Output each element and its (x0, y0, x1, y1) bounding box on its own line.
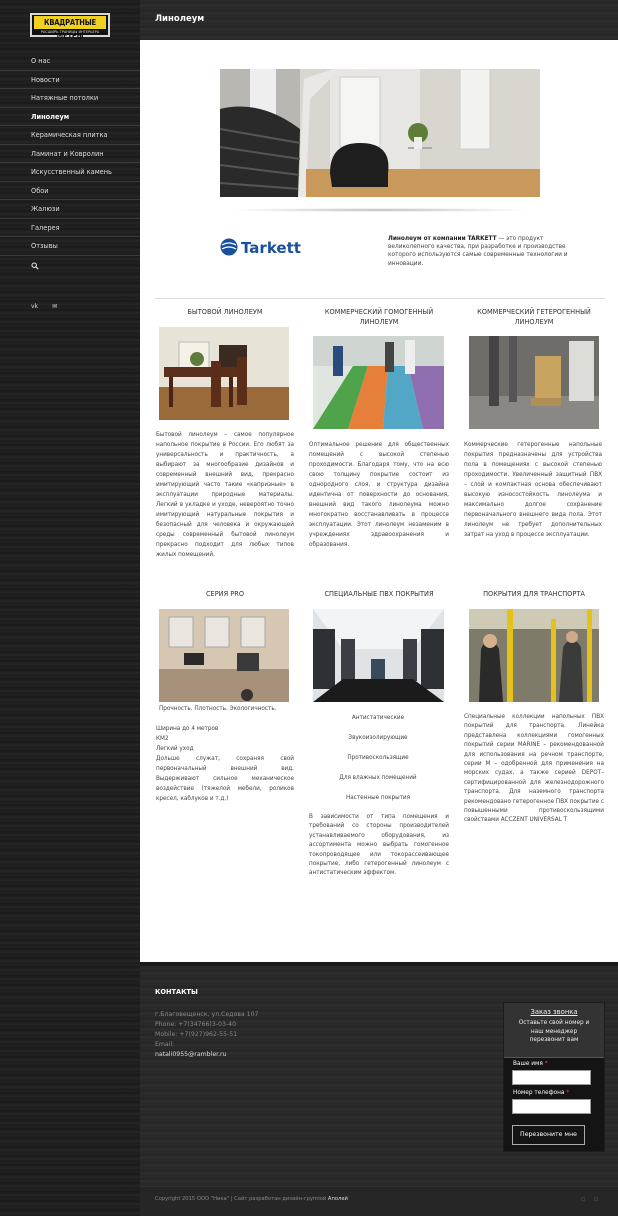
required-mark: * (544, 1061, 548, 1067)
contact-email-label: Email: (155, 1041, 175, 1048)
menu-item-laminate[interactable]: Ламинат и Ковролин (0, 145, 140, 163)
menu-item-about[interactable]: О нас (0, 52, 140, 71)
logo-line1: КВАДРАТНЫЕ МЕТРЫ (34, 16, 106, 40)
phone-label-text: Номер телефона (513, 1090, 565, 1096)
special-pvc-image (313, 609, 444, 702)
menu-item-artificial-stone[interactable]: Искусственный камень (0, 163, 140, 182)
column-text-household: Бытовой линолеум – самое популярное напо… (156, 432, 294, 558)
special-list-item-wet-rooms: Для влажных помещений (339, 775, 417, 781)
column-title-commercial-homogeneous: КОММЕРЧЕСКИЙ ГОМОГЕННЫЙ ЛИНОЛЕУМ (324, 308, 434, 326)
commercial-homogeneous-image (313, 336, 444, 429)
transport-image (469, 609, 599, 702)
callback-submit-button[interactable]: Перезвоните мне (512, 1125, 585, 1145)
section-divider (155, 298, 605, 299)
social-links: vk ✉ (31, 293, 66, 312)
transport-title: ПОКРЫТИЯ ДЛЯ ТРАНСПОРТА (483, 590, 585, 598)
series-pro-line-care: Легкий уход (156, 746, 194, 752)
menu-item-reviews[interactable]: Отзывы (0, 237, 140, 256)
mail-icon[interactable]: ✉ (52, 303, 57, 310)
contact-phone: Phone: +7(34766)3-03-40 (155, 1021, 236, 1028)
main-menu: О нас Новости Натяжные потолки Линолеум … (0, 52, 140, 256)
series-pro-text: Дольше служат, сохраняя свой первоначаль… (156, 756, 294, 802)
menu-item-news[interactable]: Новости (0, 71, 140, 89)
callback-subtitle: Оставьте свой номер и наш менеджер перез… (518, 1020, 590, 1044)
phone-input[interactable] (512, 1099, 591, 1114)
name-label: Ваше имя * (513, 1061, 548, 1067)
contact-mobile: Mobile: +7(927)962-55-51 (155, 1031, 238, 1038)
column-text-commercial-heterogeneous: Коммерческие гетерогенные напольные покр… (464, 442, 602, 538)
menu-item-stretch-ceilings[interactable]: Натяжные потолки (0, 89, 140, 108)
commercial-heterogeneous-image (469, 336, 599, 429)
menu-item-wallpaper[interactable]: Обои (0, 182, 140, 200)
column-title-commercial-heterogeneous: КОММЕРЧЕСКИЙ ГЕТЕРОГЕННЫЙ ЛИНОЛЕУМ (477, 308, 591, 326)
contacts-title: КОНТАКТЫ (155, 988, 198, 996)
top-bar (140, 0, 618, 40)
page-title: Линолеум (155, 14, 205, 24)
transport-text: Специальные коллекции напольных ПВХ покр… (464, 714, 604, 824)
intro-bold: Линолеум от компании TARKETT (388, 236, 497, 242)
callback-title: Заказ звонка (530, 1008, 578, 1016)
bottom-vk-icon[interactable]: ▫ (581, 1195, 586, 1203)
menu-item-linoleum[interactable]: Линолеум (0, 108, 140, 126)
contact-email[interactable]: natali0955@rambler.ru (155, 1050, 275, 1060)
hero-staircase-image (220, 69, 540, 197)
column-title-household: БЫТОВОЙ ЛИНОЛЕУМ (187, 308, 263, 316)
series-pro-line-width: Ширина до 4 метров (156, 726, 219, 732)
menu-item-ceramic-tile[interactable]: Керамическая плитка (0, 126, 140, 145)
special-pvc-list: Антистатические Звукоизолирующие Противо… (311, 713, 445, 813)
bottom-mail-icon[interactable]: ▫ (594, 1195, 599, 1203)
name-label-text: Ваше имя (513, 1061, 543, 1067)
intro-text: Линолеум от компании TARKETT — это проду… (388, 235, 591, 268)
phone-label: Номер телефона * (513, 1090, 569, 1096)
required-mark: * (566, 1090, 570, 1096)
logo-line2: РАСШИРЬ ГРАНИЦЫ ИНТЕРЬЕРА (40, 30, 100, 34)
special-list-item-soundproof: Звукоизолирующие (348, 735, 408, 741)
copyright: Copyright 2015 ООО "Ника" | Сайт разрабо… (155, 1196, 348, 1202)
special-list-item-antistatic: Антистатические (351, 715, 405, 721)
menu-item-gallery[interactable]: Галерея (0, 219, 140, 237)
household-linoleum-image (159, 327, 289, 420)
hero-shadow (225, 208, 535, 212)
series-pro-tagline: Прочность. Плотность. Экологичность. (159, 706, 277, 712)
name-input[interactable] (512, 1070, 591, 1085)
special-pvc-text: В зависимости от типа помещения и требов… (309, 814, 449, 877)
series-pro-title: СЕРИЯ PRO (205, 590, 245, 598)
column-text-commercial-homogeneous: Оптимальное решение для общественных пом… (309, 442, 449, 548)
special-list-item-wall: Настенные покрытия (345, 795, 411, 801)
series-pro-line-class: КМ2 (156, 736, 169, 742)
brand-name: Tarkett (241, 239, 301, 257)
bottom-social-icons: ▫ ▫ (581, 1195, 607, 1203)
site-logo[interactable]: КВАДРАТНЫЕ МЕТРЫ РАСШИРЬ ГРАНИЦЫ ИНТЕРЬЕ… (30, 13, 110, 40)
vk-icon[interactable]: vk (31, 303, 38, 310)
menu-item-blinds[interactable]: Жалюзи (0, 200, 140, 219)
tarkett-logo: Tarkett (220, 238, 301, 257)
search-icon[interactable] (31, 262, 39, 270)
callback-widget: Заказ звонка Оставьте свой номер и наш м… (503, 1002, 605, 1152)
contacts-block: г.Благовещенск, ул.Седова 107 Phone: +7(… (155, 1010, 275, 1060)
special-list-item-antislip: Противоскользящие (347, 755, 409, 761)
footer-separator (140, 962, 618, 966)
special-pvc-title: СПЕЦИАЛЬНЫЕ ПВХ ПОКРЫТИЯ (324, 590, 434, 598)
contact-address: г.Благовещенск, ул.Седова 107 (155, 1011, 259, 1018)
series-pro-image (159, 609, 289, 702)
copyright-studio-link[interactable]: Аполей (328, 1196, 348, 1202)
copyright-text: Copyright 2015 ООО "Ника" | Сайт разрабо… (155, 1196, 327, 1202)
